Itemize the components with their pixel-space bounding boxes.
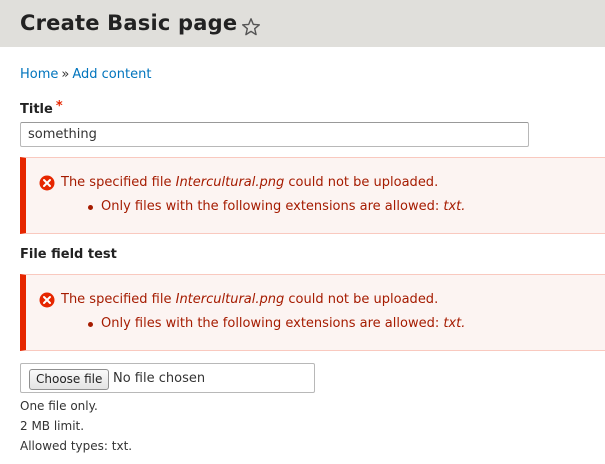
error-text: The specified file Intercultural.png cou… — [61, 292, 438, 307]
file-error-message: The specified file Intercultural.png cou… — [20, 274, 605, 351]
error-filename: Intercultural.png — [175, 175, 285, 190]
title-input[interactable] — [20, 122, 529, 147]
star-icon[interactable] — [241, 17, 261, 37]
bullet-icon — [88, 322, 93, 327]
breadcrumb-add-content-link[interactable]: Add content — [72, 67, 151, 82]
bullet-icon — [88, 205, 93, 210]
breadcrumb: Home» Add content — [20, 67, 151, 82]
error-text-prefix: The specified file — [61, 292, 176, 307]
title-error-message: The specified file Intercultural.png cou… — [20, 157, 605, 234]
error-detail: Only files with the following extensions… — [101, 199, 465, 214]
error-text-suffix: could not be uploaded. — [284, 292, 439, 307]
error-detail-text: Only files with the following extensions… — [101, 316, 444, 331]
error-text-suffix: could not be uploaded. — [284, 175, 439, 190]
error-text: The specified file Intercultural.png cou… — [61, 175, 438, 190]
error-detail-extension: txt. — [443, 199, 466, 214]
file-help-allowed-types: Allowed types: txt. — [20, 439, 133, 453]
choose-file-button[interactable]: Choose file — [29, 369, 110, 390]
page-title: Create Basic page — [20, 11, 238, 35]
file-upload-widget[interactable]: Choose file No file chosen — [20, 363, 315, 393]
page-header: Create Basic page — [0, 0, 605, 47]
title-label: Title * — [20, 99, 63, 117]
error-icon — [39, 175, 55, 191]
file-status: No file chosen — [113, 371, 206, 386]
breadcrumb-home-link[interactable]: Home — [20, 67, 58, 82]
file-help-one-file: One file only. — [20, 399, 98, 413]
error-filename: Intercultural.png — [175, 292, 285, 307]
error-detail-text: Only files with the following extensions… — [101, 199, 444, 214]
required-marker: * — [55, 99, 63, 114]
error-detail: Only files with the following extensions… — [101, 316, 465, 331]
breadcrumb-separator: » — [61, 67, 70, 82]
error-detail-extension: txt. — [443, 316, 466, 331]
error-icon — [39, 292, 55, 308]
file-help-size-limit: 2 MB limit. — [20, 419, 85, 433]
file-field-label: File field test — [20, 247, 117, 262]
error-text-prefix: The specified file — [61, 175, 176, 190]
title-label-text: Title — [20, 102, 53, 117]
